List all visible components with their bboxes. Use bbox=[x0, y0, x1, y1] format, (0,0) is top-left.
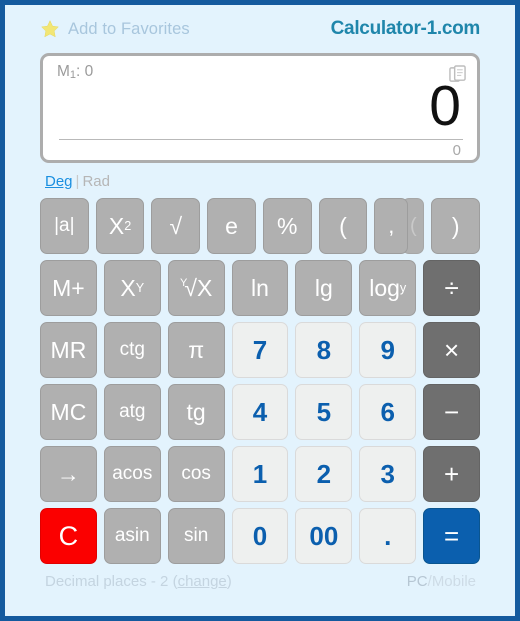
header: Add to Favorites Calculator-1.com bbox=[40, 5, 480, 49]
memory-value: 0 bbox=[84, 63, 94, 80]
decimal-places-setting: Decimal places - 2 (change) bbox=[45, 573, 232, 590]
view-mode-mobile[interactable]: Mobile bbox=[432, 573, 476, 590]
key-add[interactable]: + bbox=[423, 446, 481, 502]
key-digit-1[interactable]: 1 bbox=[231, 446, 289, 502]
keypad-row: Casin sin 0 00. = bbox=[40, 508, 481, 564]
keypad-row: MR ctg π 7 8 9 × bbox=[40, 322, 481, 378]
angle-mode-separator: | bbox=[75, 173, 80, 190]
calculator-display[interactable]: M1: 0 0 0 bbox=[40, 53, 480, 163]
key-digit-7[interactable]: 7 bbox=[231, 322, 289, 378]
key-power[interactable]: XY bbox=[103, 260, 161, 316]
view-mode-switch: PC/Mobile bbox=[407, 573, 476, 590]
key-digit-9[interactable]: 9 bbox=[359, 322, 417, 378]
key-digit-5[interactable]: 5 bbox=[295, 384, 353, 440]
key-comma[interactable]: , bbox=[374, 198, 409, 254]
key-divide[interactable]: ÷ bbox=[423, 260, 481, 316]
key-log-base-y[interactable]: log y bbox=[359, 260, 417, 316]
key-digit-4[interactable]: 4 bbox=[231, 384, 289, 440]
key-euler[interactable]: e bbox=[207, 198, 256, 254]
key-memory-clear[interactable]: MC bbox=[40, 384, 97, 440]
decimal-places-label: Decimal places - 2 bbox=[45, 573, 169, 590]
key-abs[interactable]: |a| bbox=[40, 198, 89, 254]
key-cosine[interactable]: cos bbox=[167, 446, 225, 502]
keypad-row: MC atg tg 4 5 6− bbox=[40, 384, 481, 440]
memory-index: 1 bbox=[69, 69, 77, 81]
angle-mode-toggle: Deg | Rad bbox=[40, 163, 480, 196]
add-to-favorites-button[interactable]: Add to Favorites bbox=[40, 19, 190, 39]
key-sine[interactable]: sin bbox=[167, 508, 225, 564]
calculator-page: Add to Favorites Calculator-1.com M1: 0 … bbox=[0, 0, 520, 621]
paren-close: ) bbox=[226, 573, 232, 590]
key-arctangent[interactable]: atg bbox=[103, 384, 161, 440]
key-open-paren[interactable]: ( bbox=[318, 198, 368, 254]
key-clear[interactable]: C bbox=[40, 508, 97, 564]
key-subtract[interactable]: − bbox=[423, 384, 481, 440]
memory-prefix: M bbox=[57, 63, 70, 80]
site-logo[interactable]: Calculator-1.com bbox=[331, 18, 481, 40]
key-backspace[interactable]: → bbox=[40, 446, 97, 502]
keypad: |a| X 2 √ e%(,() M+ X Y Y √X ln lg log y ÷ MR ctg π 7 8 9 × MC… bbox=[40, 198, 481, 564]
key-memory-recall[interactable]: MR bbox=[40, 322, 97, 378]
key-equals[interactable]: = bbox=[423, 508, 481, 564]
key-decimal-point[interactable]: . bbox=[359, 508, 417, 564]
view-mode-pc[interactable]: PC bbox=[407, 573, 428, 590]
key-percent[interactable]: % bbox=[262, 198, 312, 254]
key-memory-add[interactable]: M+ bbox=[40, 260, 97, 316]
key-log10[interactable]: lg bbox=[295, 260, 353, 316]
key-sqrt[interactable]: √ bbox=[151, 198, 201, 254]
key-arccosine[interactable]: acos bbox=[103, 446, 161, 502]
memory-indicator: M1: 0 bbox=[57, 63, 465, 81]
key-cotangent[interactable]: ctg bbox=[103, 322, 161, 378]
key-pi[interactable]: π bbox=[167, 322, 225, 378]
key-square[interactable]: X2 bbox=[95, 198, 145, 254]
footer: Decimal places - 2 (change) PC/Mobile bbox=[40, 564, 480, 590]
angle-mode-rad[interactable]: Rad bbox=[82, 173, 110, 190]
keypad-row: M+ X Y Y √X ln lg log y ÷ bbox=[40, 260, 481, 316]
key-natural-log[interactable]: ln bbox=[231, 260, 289, 316]
memory-separator: : bbox=[76, 63, 85, 80]
display-sub-value: 0 bbox=[452, 142, 461, 159]
angle-mode-deg[interactable]: Deg bbox=[45, 173, 73, 190]
key-arcsine[interactable]: asin bbox=[103, 508, 161, 564]
key-digit-6[interactable]: 6 bbox=[359, 384, 417, 440]
key-digit-8[interactable]: 8 bbox=[295, 322, 353, 378]
key-digit-3[interactable]: 3 bbox=[359, 446, 417, 502]
key-nth-root[interactable]: Y √X bbox=[167, 260, 225, 316]
page-inner: Add to Favorites Calculator-1.com M1: 0 … bbox=[5, 5, 515, 616]
keypad-row: → acos cos 1 2 3 + bbox=[40, 446, 481, 502]
key-tangent[interactable]: tg bbox=[167, 384, 225, 440]
keypad-row: |a| X 2 √ e%(,() bbox=[40, 198, 481, 254]
star-icon bbox=[41, 20, 59, 38]
key-digit-double-zero[interactable]: 00 bbox=[295, 508, 353, 564]
key-close-paren[interactable]: ) bbox=[431, 198, 481, 254]
display-main-value: 0 bbox=[429, 74, 461, 138]
add-to-favorites-label: Add to Favorites bbox=[68, 19, 190, 38]
key-digit-0[interactable]: 0 bbox=[231, 508, 289, 564]
key-digit-2[interactable]: 2 bbox=[295, 446, 353, 502]
key-multiply[interactable]: × bbox=[423, 322, 481, 378]
change-decimal-places-link[interactable]: change bbox=[178, 573, 227, 590]
display-divider bbox=[59, 139, 463, 140]
